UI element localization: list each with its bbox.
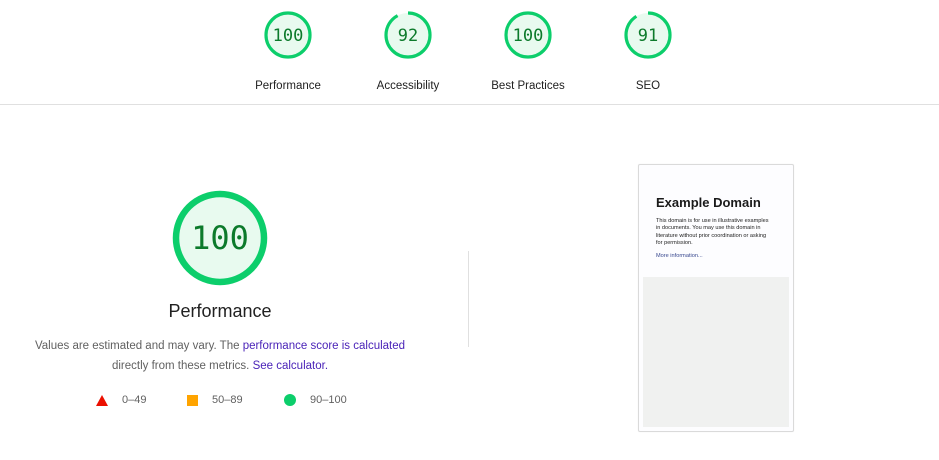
gauge-label: Performance [255, 80, 321, 92]
legend-range: 90–100 [310, 394, 347, 406]
score-gauge-icon: 92 [384, 11, 432, 59]
score-legend: 0–49 50–89 90–100 [0, 394, 440, 410]
gauge-score: 100 [513, 26, 544, 46]
gauge-performance[interactable]: 100 Performance [228, 10, 348, 93]
score-gauge-icon: 100 [504, 11, 552, 59]
fail-triangle-icon [96, 394, 108, 406]
gauge-accessibility[interactable]: 92 Accessibility [348, 10, 468, 93]
legend-range: 0–49 [122, 394, 147, 406]
gauge-score: 100 [273, 26, 304, 46]
screenshot-page: Example Domain This domain is for use in… [643, 169, 789, 427]
performance-title: Performance [168, 301, 272, 321]
legend-item-fail: 0–49 [96, 394, 146, 406]
gauge-best-practices[interactable]: 100 Best Practices [468, 10, 588, 93]
pass-circle-icon [284, 394, 296, 406]
section-divider [468, 251, 469, 347]
screenshot-link: More information... [656, 253, 703, 259]
legend-item-average: 50–89 [187, 394, 243, 406]
screenshot-blank-area [643, 277, 789, 427]
performance-gauge-icon: 100 [172, 190, 268, 286]
score-summary-bar: 100 Performance 92 Accessibility 100 Bes… [0, 0, 939, 105]
score-calculated-link[interactable]: performance score is calculated [243, 340, 405, 352]
gauge-score: 91 [638, 26, 658, 46]
average-square-icon [187, 394, 198, 406]
see-calculator-link[interactable]: See calculator. [253, 360, 328, 372]
performance-score: 100 [191, 219, 249, 257]
performance-description: Values are estimated and may vary. The p… [0, 336, 440, 376]
gauge-label: SEO [635, 80, 661, 92]
screenshot-body: This domain is for use in illustrative e… [656, 218, 769, 247]
final-screenshot[interactable]: Example Domain This domain is for use in… [638, 164, 794, 432]
gauge-seo[interactable]: 91 SEO [588, 10, 708, 93]
desc-text: Values are estimated and may vary. The [34, 340, 243, 352]
gauge-score: 92 [398, 26, 418, 46]
screenshot-title: Example Domain [656, 195, 761, 210]
score-gauge-icon: 91 [624, 11, 672, 59]
gauge-label: Best Practices [491, 80, 565, 92]
legend-range: 50–89 [212, 394, 243, 406]
score-gauge-icon: 100 [264, 11, 312, 59]
desc-text: directly from these metrics. [111, 360, 253, 372]
legend-item-pass: 90–100 [284, 394, 347, 406]
gauge-label: Accessibility [376, 80, 440, 92]
